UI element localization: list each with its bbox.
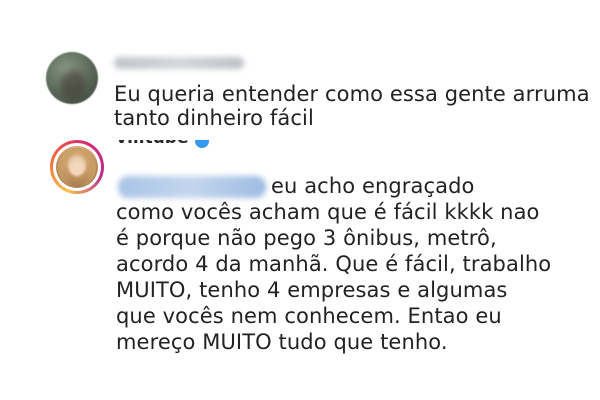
reply-text-line: como vocês acham que é fácil kkkk nao [116, 200, 540, 224]
reply-text-line: eu acho engraçado [271, 174, 475, 198]
reply-text-line: é porque não pego 3 ônibus, metrô, [116, 226, 497, 250]
reply-username-clip[interactable]: viiitube [116, 140, 236, 149]
reply-text-line: mereço MUITO tudo que tenho. [116, 330, 448, 354]
reply-text-line: MUITO, tenho 4 empresas e algumas [116, 278, 508, 302]
reply-username[interactable]: viiitube [116, 140, 189, 148]
verified-badge-icon [195, 140, 209, 148]
story-ring-icon[interactable] [50, 140, 104, 194]
story-ring-gap [53, 143, 101, 191]
blurred-user-avatar-icon[interactable] [46, 52, 98, 104]
reply-text-line: que vocês nem conhecem. Entao eu [116, 304, 502, 328]
blurred-mention-link[interactable] [118, 176, 266, 198]
user-avatar-icon[interactable] [56, 146, 98, 188]
comment-text-line: Eu queria entender como essa gente arrum… [114, 82, 590, 106]
comment-text-line: tanto dinheiro fácil [114, 106, 314, 130]
blurred-username[interactable] [114, 57, 244, 69]
reply-text-line: acordo 4 da manhã. Que é fácil, trabalho [116, 252, 552, 276]
